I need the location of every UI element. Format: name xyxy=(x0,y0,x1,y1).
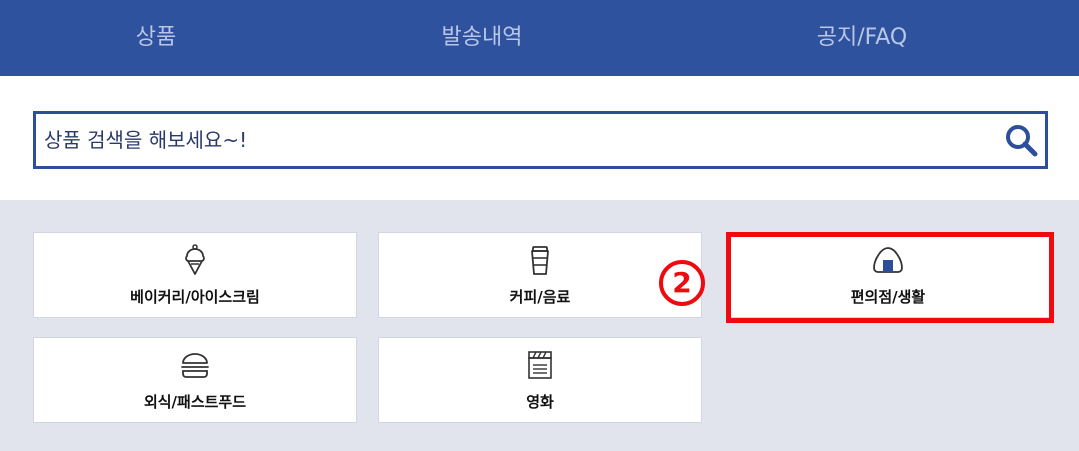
tab-send-history[interactable]: 발송내역 xyxy=(382,0,582,76)
highlight-box xyxy=(726,232,1054,323)
category-label: 영화 xyxy=(526,393,554,411)
category-dining-fastfood[interactable]: 외식/패스트푸드 xyxy=(33,337,357,423)
coffee-cup-icon xyxy=(531,246,549,275)
ice-cream-icon xyxy=(185,244,205,275)
tab-products[interactable]: 상품 xyxy=(56,0,256,76)
search-icon[interactable] xyxy=(1003,122,1039,158)
category-label: 커피/음료 xyxy=(509,288,571,306)
top-nav: 상품 발송내역 공지/FAQ xyxy=(0,0,1079,76)
burger-icon xyxy=(181,353,209,378)
category-coffee-drinks[interactable]: 커피/음료 xyxy=(378,232,702,318)
category-label: 외식/패스트푸드 xyxy=(143,393,247,411)
clapperboard-icon xyxy=(528,351,552,379)
search-placeholder: 상품 검색을 해보세요~! xyxy=(44,128,248,152)
category-bakery-icecream[interactable]: 베이커리/아이스크림 xyxy=(33,232,357,318)
category-label: 베이커리/아이스크림 xyxy=(130,288,260,306)
step-number-badge: 2 xyxy=(659,260,705,306)
tab-notice-faq[interactable]: 공지/FAQ xyxy=(762,0,962,76)
category-movie[interactable]: 영화 xyxy=(378,337,702,423)
search-input[interactable]: 상품 검색을 해보세요~! xyxy=(33,111,1048,169)
